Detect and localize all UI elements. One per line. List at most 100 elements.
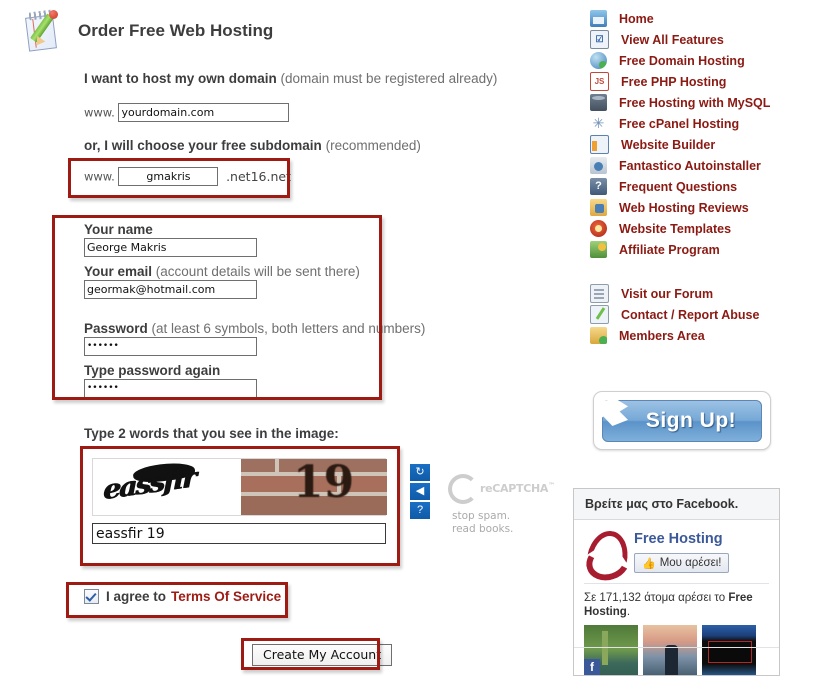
thumbs-up-icon: 👍 — [642, 557, 656, 570]
facebook-widget-body: Free Hosting 👍 Μου αρέσει! Σε 171,132 άτο… — [574, 520, 779, 675]
checklist-icon: ☑ — [590, 30, 609, 49]
template-target-icon — [590, 220, 607, 237]
refresh-icon[interactable]: ↻ — [410, 464, 430, 481]
captcha-number-image: 19 — [241, 459, 387, 515]
globe-icon — [590, 52, 607, 69]
installer-icon — [590, 157, 607, 174]
facebook-page-name[interactable]: Free Hosting — [634, 531, 729, 547]
recaptcha-controls: ↻ ◀ ? reCAPTCHA™ stop spam. read books. — [410, 464, 555, 535]
facebook-count-prefix: Σε 171,132 άτομα αρέσει το — [584, 592, 726, 604]
password-confirm-input[interactable]: •••••• — [84, 379, 257, 398]
captcha-number-text: 19 — [293, 459, 355, 508]
recaptcha-brand: reCAPTCHA — [480, 482, 549, 495]
sidebar-item-members-area[interactable]: Members Area — [590, 325, 759, 346]
email-label: Your email (account details will be sent… — [84, 264, 425, 279]
facebook-like-button[interactable]: 👍 Μου αρέσει! — [634, 553, 730, 573]
facebook-logo-icon: f — [584, 659, 600, 675]
recaptcha-tagline-line1: stop spam. — [452, 510, 511, 522]
own-domain-www-prefix: www. — [84, 105, 115, 120]
captcha-word-text: eassfir — [102, 462, 195, 507]
sidebar-label-free-cpanel-hosting: Free cPanel Hosting — [619, 116, 740, 131]
sidebar-item-home[interactable]: Home — [590, 8, 770, 29]
sidebar-item-free-php-hosting[interactable]: JS Free PHP Hosting — [590, 71, 770, 92]
page-title: Order Free Web Hosting — [78, 21, 274, 40]
facebook-profile: Free Hosting 👍 Μου αρέσει! — [581, 527, 769, 586]
subdomain-heading-bold: or, I will choose your free subdomain — [84, 138, 322, 153]
sidebar-primary-nav: Home ☑ View All Features Free Domain Host… — [590, 8, 770, 260]
recaptcha-tagline: stop spam. read books. — [452, 510, 513, 536]
sign-up-button[interactable]: Sign Up! — [593, 391, 771, 450]
facebook-like-count: Σε 171,132 άτομα αρέσει το Free Hosting. — [584, 591, 769, 619]
lock-icon — [590, 327, 607, 344]
facebook-face-thumb[interactable] — [643, 625, 697, 675]
sidebar-label-view-all-features: View All Features — [621, 32, 724, 47]
terms-of-service-link[interactable]: Terms Of Service — [171, 589, 281, 604]
sidebar-label-affiliate-program: Affiliate Program — [619, 242, 720, 257]
help-icon[interactable]: ? — [410, 502, 430, 519]
account-details-block: Your name George Makris Your email (acco… — [84, 222, 425, 398]
captcha-word-image: eassfir — [93, 459, 241, 515]
sidebar-item-visit-our-forum[interactable]: Visit our Forum — [590, 283, 759, 304]
facebook-profile-text: Free Hosting 👍 Μου αρέσει! — [634, 529, 730, 573]
facebook-divider — [584, 583, 769, 584]
order-form-column: Order Free Web Hosting I want to host my… — [0, 0, 560, 676]
sidebar-item-website-builder[interactable]: Website Builder — [590, 134, 770, 155]
folder-review-icon — [590, 199, 607, 216]
subdomain-row: www. gmakris .net16.net — [84, 167, 291, 186]
php-script-icon: JS — [590, 72, 609, 91]
audio-icon[interactable]: ◀ — [410, 483, 430, 500]
sidebar-item-free-hosting-with-mysql[interactable]: Free Hosting with MySQL — [590, 92, 770, 113]
sidebar-item-contact-report-abuse[interactable]: Contact / Report Abuse — [590, 304, 759, 325]
sidebar-item-website-templates[interactable]: Website Templates — [590, 218, 770, 239]
email-label-text: Your email — [84, 264, 153, 279]
captcha-panel: eassfir 19 eassfir 19 — [92, 458, 388, 544]
facebook-like-label: Μου αρέσει! — [659, 557, 722, 569]
sign-up-label: Sign Up! — [645, 409, 737, 432]
sidebar-item-fantastico-autoinstaller[interactable]: Fantastico Autoinstaller — [590, 155, 770, 176]
sidebar-secondary-nav: Visit our Forum Contact / Report Abuse M… — [590, 283, 759, 346]
password-input[interactable]: •••••• — [84, 337, 257, 356]
sidebar-item-web-hosting-reviews[interactable]: Web Hosting Reviews — [590, 197, 770, 218]
subdomain-heading: or, I will choose your free subdomain (r… — [84, 138, 421, 153]
recaptcha-logo: reCAPTCHA™ — [448, 474, 555, 504]
facebook-face-thumb[interactable] — [702, 625, 756, 675]
contact-pencil-icon — [590, 305, 609, 324]
create-my-account-button[interactable]: Create My Account — [252, 644, 393, 666]
captcha-answer-input[interactable]: eassfir 19 — [92, 523, 386, 544]
facebook-footer-divider — [574, 647, 779, 648]
password-label-note: (at least 6 symbols, both letters and nu… — [151, 321, 426, 336]
name-input[interactable]: George Makris — [84, 238, 257, 257]
terms-text: I agree to — [106, 589, 167, 604]
subdomain-suffix: .net16.net — [226, 169, 291, 184]
subdomain-input[interactable]: gmakris — [118, 167, 219, 186]
email-input[interactable]: geormak@hotmail.com — [84, 280, 257, 299]
notepad-pencil-icon — [22, 8, 68, 54]
own-domain-input[interactable]: yourdomain.com — [118, 103, 290, 122]
sidebar-label-free-php-hosting: Free PHP Hosting — [621, 74, 727, 89]
database-icon — [590, 94, 607, 111]
forum-icon — [590, 284, 609, 303]
captcha-heading: Type 2 words that you see in the image: — [84, 426, 339, 441]
name-label: Your name — [84, 222, 153, 237]
sidebar-label-frequent-questions: Frequent Questions — [619, 179, 738, 194]
subdomain-www-prefix: www. — [84, 169, 115, 184]
sidebar-label-visit-our-forum: Visit our Forum — [621, 286, 714, 301]
sidebar-item-frequent-questions[interactable]: ? Frequent Questions — [590, 176, 770, 197]
password-label-text: Password — [84, 321, 148, 336]
sidebar-label-free-domain-hosting: Free Domain Hosting — [619, 53, 745, 68]
sidebar-item-view-all-features[interactable]: ☑ View All Features — [590, 29, 770, 50]
sidebar-label-website-builder: Website Builder — [621, 137, 716, 152]
sidebar-label-home: Home — [619, 11, 654, 26]
sidebar-item-free-cpanel-hosting[interactable]: ✳ Free cPanel Hosting — [590, 113, 770, 134]
question-icon: ? — [590, 178, 607, 195]
sidebar-item-affiliate-program[interactable]: Affiliate Program — [590, 239, 770, 260]
email-label-note: (account details will be sent there) — [155, 264, 360, 279]
facebook-widget: Βρείτε μας στο Facebook. Free Hosting 👍 Μ… — [573, 488, 780, 676]
recaptcha-tagline-line2: read books. — [452, 523, 514, 535]
sidebar-label-fantastico-autoinstaller: Fantastico Autoinstaller — [619, 158, 761, 173]
terms-checkbox[interactable] — [84, 589, 99, 604]
recaptcha-ring-icon — [448, 474, 478, 504]
sidebar-item-free-domain-hosting[interactable]: Free Domain Hosting — [590, 50, 770, 71]
sidebar-label-contact-report-abuse: Contact / Report Abuse — [621, 307, 760, 322]
sidebar-label-free-hosting-with-mysql: Free Hosting with MySQL — [619, 95, 771, 110]
